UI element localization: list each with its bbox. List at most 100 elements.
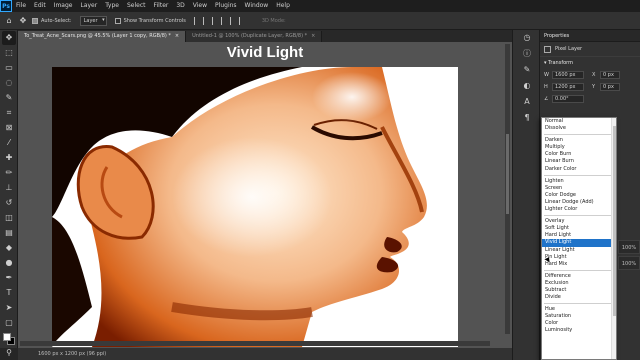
scrollbar-thumb[interactable] <box>506 134 509 214</box>
width-field[interactable]: 1600 px <box>552 71 584 79</box>
blend-mode-option[interactable]: Linear Burn <box>542 158 616 165</box>
menu-image[interactable]: Image <box>50 0 77 12</box>
blend-mode-option[interactable]: Saturation <box>542 313 616 320</box>
artboard-tool-icon[interactable]: ⬚ <box>2 46 16 60</box>
show-transform-checkbox[interactable] <box>114 17 121 24</box>
path-select-tool-icon[interactable]: ➤ <box>2 301 16 315</box>
angle-field[interactable]: 0.00° <box>552 95 584 103</box>
menu-window[interactable]: Window <box>241 0 273 12</box>
quick-select-tool-icon[interactable]: ✎ <box>2 91 16 105</box>
close-icon[interactable]: × <box>311 33 315 39</box>
blend-mode-option[interactable]: Soft Light <box>542 225 616 232</box>
gradient-tool-icon[interactable]: ▤ <box>2 226 16 240</box>
blend-mode-option[interactable]: Darker Color <box>542 166 616 173</box>
x-field[interactable]: 0 px <box>600 71 620 79</box>
blend-mode-option[interactable]: Lighten <box>542 178 616 185</box>
blend-mode-option[interactable]: Exclusion <box>542 280 616 287</box>
history-icon[interactable]: ◷ <box>513 30 541 46</box>
lasso-tool-icon[interactable]: ◌ <box>2 76 16 90</box>
menu-file[interactable]: File <box>12 0 30 12</box>
foreground-color-swatch[interactable] <box>3 333 11 341</box>
character-icon[interactable]: A <box>513 94 541 110</box>
menu-view[interactable]: View <box>189 0 211 12</box>
pen-tool-icon[interactable]: ✒ <box>2 271 16 285</box>
blend-mode-option[interactable]: Difference <box>542 273 616 280</box>
blend-mode-option[interactable]: Overlay <box>542 218 616 225</box>
blend-mode-option[interactable]: Normal <box>542 118 616 125</box>
menu-edit[interactable]: Edit <box>30 0 50 12</box>
scrollbar-thumb[interactable] <box>613 126 616 316</box>
transform-section[interactable]: ▾ Transform <box>540 56 640 69</box>
menu-filter[interactable]: Filter <box>150 0 173 12</box>
blend-mode-option[interactable]: Lighter Color <box>542 206 616 213</box>
blend-mode-option[interactable]: Divide <box>542 294 616 301</box>
y-field[interactable]: 0 px <box>600 83 620 91</box>
menu-help[interactable]: Help <box>272 0 294 12</box>
shape-tool-icon[interactable]: ▢ <box>2 316 16 330</box>
history-brush-tool-icon[interactable]: ↺ <box>2 196 16 210</box>
tab-acne-scars-document[interactable]: To_Treat_Acne_Scars.png @ 45.5% (Layer 1… <box>18 31 187 42</box>
height-field[interactable]: 1200 px <box>552 83 584 91</box>
blend-mode-option[interactable]: Luminosity <box>542 327 616 334</box>
menu-select[interactable]: Select <box>123 0 150 12</box>
close-icon[interactable]: × <box>175 33 179 39</box>
healing-brush-tool-icon[interactable]: ✚ <box>2 151 16 165</box>
menu-plugins[interactable]: Plugins <box>211 0 241 12</box>
blend-mode-option[interactable]: Multiply <box>542 144 616 151</box>
type-tool-icon[interactable]: T <box>2 286 16 300</box>
menu-separator <box>544 215 614 217</box>
blend-mode-option[interactable]: Hue <box>542 306 616 313</box>
info-icon[interactable]: ⓘ <box>513 46 541 62</box>
clone-stamp-tool-icon[interactable]: ⊥ <box>2 181 16 195</box>
move-tool-icon[interactable]: ✥ <box>18 16 28 26</box>
eraser-tool-icon[interactable]: ◫ <box>2 211 16 225</box>
blend-mode-option[interactable]: Subtract <box>542 287 616 294</box>
blend-mode-option[interactable]: Color Burn <box>542 151 616 158</box>
align-left-icon[interactable] <box>193 16 200 25</box>
tab-untitled-document[interactable]: Untitled-1 @ 100% (Duplicate Layer, RGB/… <box>186 31 323 42</box>
blend-mode-option[interactable]: Color Dodge <box>542 192 616 199</box>
home-icon[interactable]: ⌂ <box>4 16 14 26</box>
dropdown-scrollbar[interactable] <box>611 118 616 359</box>
dodge-tool-icon[interactable]: ● <box>2 256 16 270</box>
blend-mode-option[interactable]: Pin Light <box>542 254 616 261</box>
blend-mode-dropdown[interactable]: Normal Dissolve Darken Multiply Color Burn Li… <box>541 117 617 360</box>
blend-mode-option[interactable]: Linear Light <box>542 247 616 254</box>
align-top-icon[interactable] <box>220 16 227 25</box>
blend-mode-option[interactable]: Dissolve <box>542 125 616 132</box>
menu-layer[interactable]: Layer <box>76 0 101 12</box>
auto-select-target-select[interactable]: Layer <box>79 15 107 26</box>
blend-mode-option[interactable]: Vivid Light <box>542 239 616 247</box>
face-photo[interactable] <box>52 67 458 347</box>
paragraph-icon[interactable]: ¶ <box>513 110 541 126</box>
brush-icon[interactable]: ✎ <box>513 62 541 78</box>
adjustments-icon[interactable]: ◐ <box>513 78 541 94</box>
align-right-icon[interactable] <box>211 16 218 25</box>
blur-tool-icon[interactable]: ◆ <box>2 241 16 255</box>
opacity-field[interactable]: 100% <box>618 240 640 254</box>
frame-tool-icon[interactable]: ⊠ <box>2 121 16 135</box>
eyedropper-tool-icon[interactable]: ⁄ <box>2 136 16 150</box>
blend-mode-option[interactable]: Darken <box>542 137 616 144</box>
marquee-tool-icon[interactable]: ▭ <box>2 61 16 75</box>
blend-mode-option[interactable]: Linear Dodge (Add) <box>542 199 616 206</box>
vertical-scrollbar[interactable] <box>505 44 510 334</box>
align-bottom-icon[interactable] <box>238 16 245 25</box>
properties-tab[interactable]: Properties <box>540 30 640 42</box>
horizontal-scrollbar[interactable] <box>20 341 490 346</box>
auto-select-checkbox[interactable] <box>32 17 38 24</box>
menu-type[interactable]: Type <box>101 0 123 12</box>
blend-mode-option[interactable]: Hard Light <box>542 232 616 239</box>
crop-tool-icon[interactable]: ⌗ <box>2 106 16 120</box>
fill-field[interactable]: 100% <box>618 256 640 270</box>
blend-mode-option[interactable]: Color <box>542 320 616 327</box>
blend-mode-option[interactable]: Screen <box>542 185 616 192</box>
canvas-area[interactable]: Vivid Light <box>18 42 512 348</box>
align-center-icon[interactable] <box>202 16 209 25</box>
blend-mode-option[interactable]: Hard Mix <box>542 261 616 268</box>
brush-tool-icon[interactable]: ✏ <box>2 166 16 180</box>
move-tool-icon[interactable]: ✥ <box>2 31 16 45</box>
align-middle-icon[interactable] <box>229 16 236 25</box>
menu-3d[interactable]: 3D <box>172 0 188 12</box>
zoom-tool-icon[interactable]: ⚲ <box>2 346 16 360</box>
